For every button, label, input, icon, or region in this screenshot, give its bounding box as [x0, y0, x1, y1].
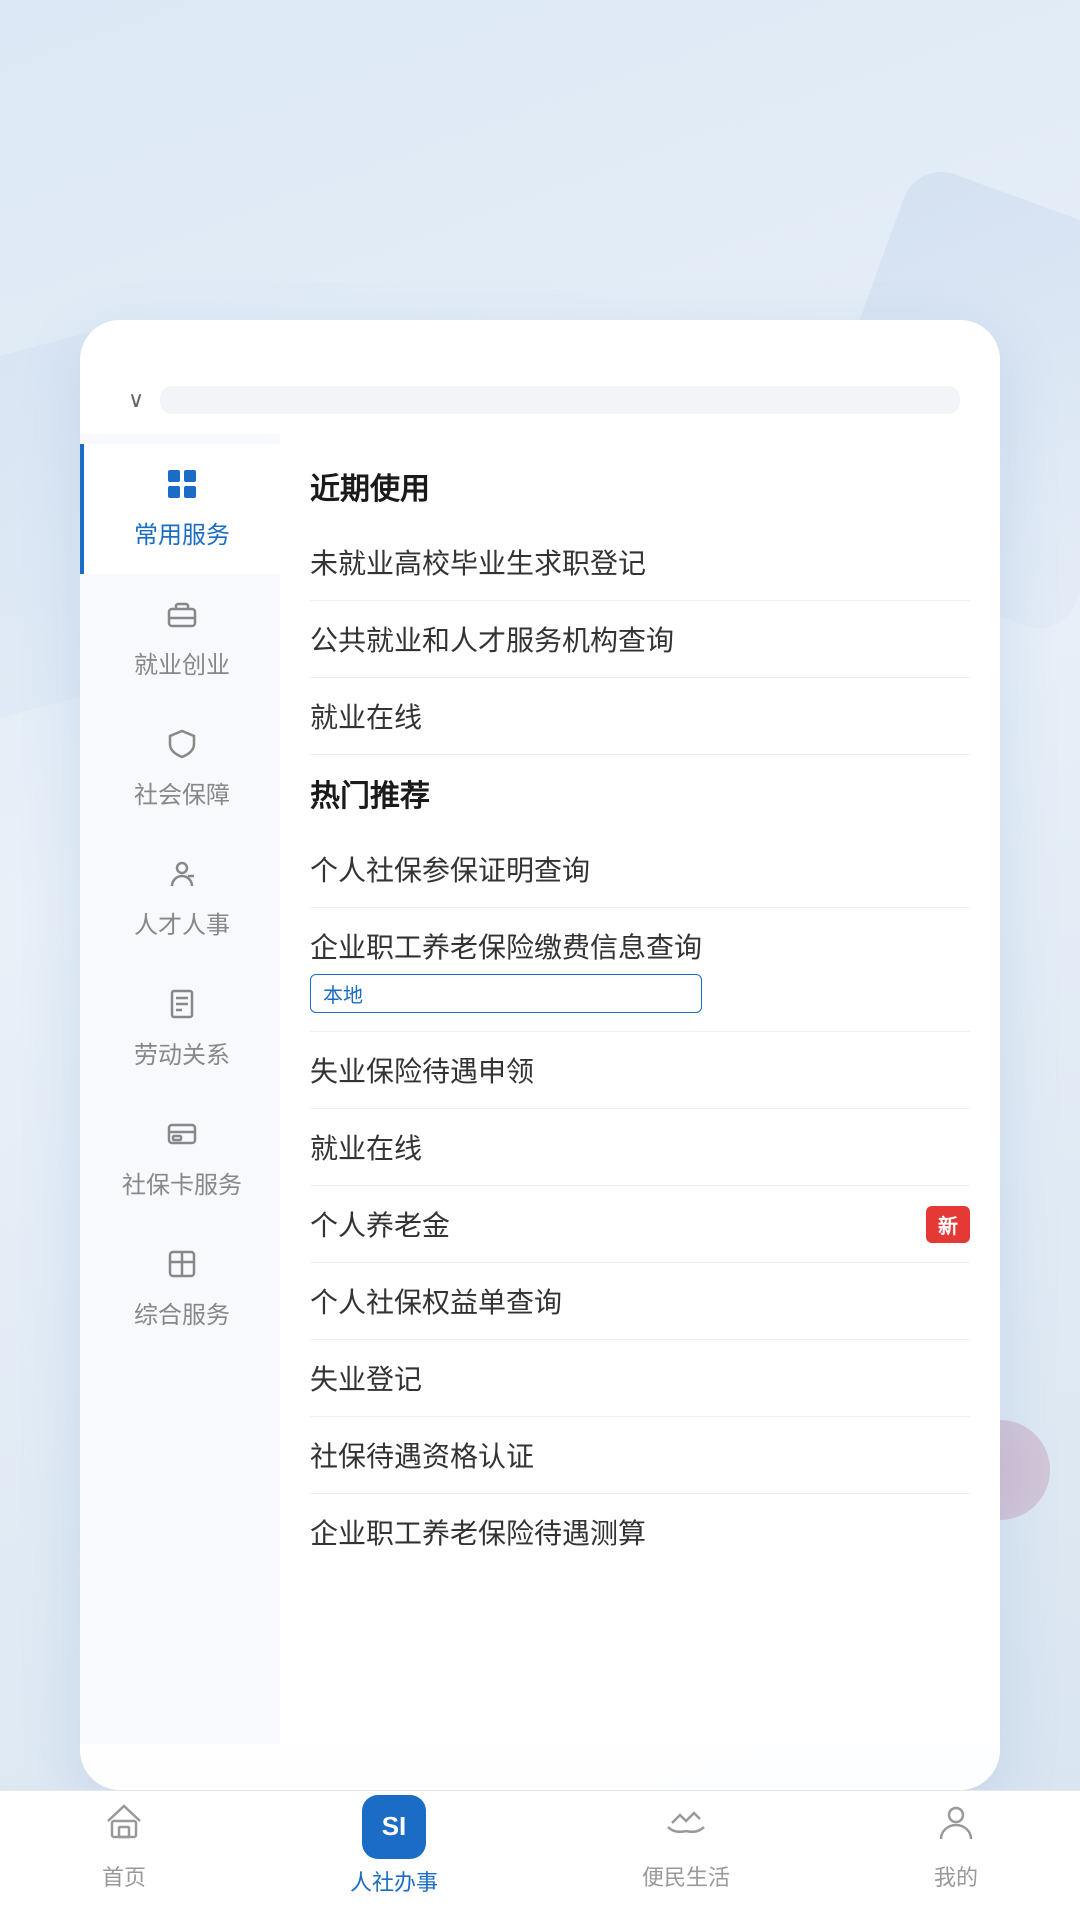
- list-item-text: 个人养老金: [310, 1204, 450, 1244]
- list-item-text: 就业在线: [310, 1127, 422, 1167]
- document-icon: [166, 988, 198, 1027]
- list-item-text: 失业保险待遇申领: [310, 1050, 534, 1090]
- list-item[interactable]: 就业在线: [310, 678, 970, 755]
- person-icon: [166, 858, 198, 897]
- search-bar: ∨: [80, 376, 1000, 434]
- search-input-wrapper[interactable]: [160, 386, 960, 414]
- sidebar-item-label: 劳动关系: [134, 1035, 230, 1070]
- recent-section-title: 近期使用: [310, 464, 970, 508]
- sidebar-item-label: 人才人事: [134, 905, 230, 940]
- sidebar-item-employment[interactable]: 就业创业: [80, 574, 280, 704]
- list-item[interactable]: 社保待遇资格认证: [310, 1417, 970, 1494]
- list-item-text: 个人社保参保证明查询: [310, 849, 590, 889]
- sidebar-item-common[interactable]: 常用服务: [80, 444, 280, 574]
- grid-icon: [166, 468, 198, 507]
- list-item[interactable]: 企业职工养老保险待遇测算: [310, 1494, 970, 1570]
- briefcase-icon: [166, 598, 198, 637]
- list-item-text: 企业职工养老保险缴费信息查询: [310, 926, 702, 966]
- nav-item-life[interactable]: 便民生活: [642, 1799, 730, 1892]
- right-content: 近期使用未就业高校毕业生求职登记公共就业和人才服务机构查询就业在线热门推荐个人社…: [280, 434, 1000, 1744]
- chevron-down-icon: ∨: [128, 387, 144, 413]
- list-item[interactable]: 个人社保参保证明查询: [310, 831, 970, 908]
- list-item[interactable]: 个人养老金 新: [310, 1186, 970, 1263]
- sidebar-item-card[interactable]: 社保卡服务: [80, 1094, 280, 1224]
- list-item-text: 就业在线: [310, 696, 422, 736]
- local-badge: 本地: [310, 974, 702, 1013]
- nav-label-affairs: 人社办事: [350, 1865, 438, 1897]
- list-item-text: 未就业高校毕业生求职登记: [310, 542, 646, 582]
- list-item[interactable]: 公共就业和人才服务机构查询: [310, 601, 970, 678]
- hot-section-title: 热门推荐: [310, 771, 970, 815]
- list-item[interactable]: 失业登记: [310, 1340, 970, 1417]
- header-section: [0, 0, 1080, 140]
- sidebar-item-label: 社保卡服务: [122, 1165, 242, 1200]
- sidebar-item-label: 常用服务: [134, 515, 230, 550]
- list-item[interactable]: 就业在线: [310, 1109, 970, 1186]
- sidebar-item-general[interactable]: 综合服务: [80, 1224, 280, 1354]
- nav-item-home[interactable]: 首页: [102, 1799, 146, 1892]
- sidebar-item-label: 社会保障: [134, 775, 230, 810]
- sidebar-item-labor[interactable]: 劳动关系: [80, 964, 280, 1094]
- sidebar-item-talent[interactable]: 人才人事: [80, 834, 280, 964]
- sidebar: 常用服务 就业创业 社会保障 人才人事 劳动关系: [80, 434, 280, 1744]
- sidebar-item-social[interactable]: 社会保障: [80, 704, 280, 834]
- user-icon: [934, 1799, 978, 1854]
- card-icon: [166, 1118, 198, 1157]
- box-icon: [166, 1248, 198, 1287]
- new-badge: 新: [926, 1206, 970, 1243]
- list-item-text: 社保待遇资格认证: [310, 1435, 534, 1475]
- home-icon: [102, 1799, 146, 1854]
- nav-item-affairs[interactable]: SI 人社办事: [350, 1795, 438, 1897]
- sidebar-item-label: 就业创业: [134, 645, 230, 680]
- nav-label-home: 首页: [102, 1860, 146, 1892]
- card-header: [80, 320, 1000, 376]
- list-item[interactable]: 失业保险待遇申领: [310, 1032, 970, 1109]
- main-card: ∨ 常用服务 就业创业 社会保障: [80, 320, 1000, 1790]
- list-item[interactable]: 未就业高校毕业生求职登记: [310, 524, 970, 601]
- content-area: 常用服务 就业创业 社会保障 人才人事 劳动关系: [80, 434, 1000, 1744]
- nav-label-mine: 我的: [934, 1860, 978, 1892]
- list-item[interactable]: 个人社保权益单查询: [310, 1263, 970, 1340]
- nav-label-life: 便民生活: [642, 1860, 730, 1892]
- shield-icon: [166, 728, 198, 767]
- affairs-badge: SI: [362, 1795, 426, 1859]
- list-item-text: 个人社保权益单查询: [310, 1281, 562, 1321]
- list-item-text: 企业职工养老保险待遇测算: [310, 1512, 646, 1552]
- handshake-icon: [664, 1799, 708, 1854]
- list-item-text: 失业登记: [310, 1358, 422, 1398]
- sidebar-item-label: 综合服务: [134, 1295, 230, 1330]
- bottom-nav: 首页 SI 人社办事 便民生活 我的: [0, 1790, 1080, 1920]
- list-item[interactable]: 企业职工养老保险缴费信息查询本地: [310, 908, 970, 1032]
- city-selector[interactable]: ∨: [120, 387, 144, 413]
- nav-item-mine[interactable]: 我的: [934, 1799, 978, 1892]
- list-item-text: 公共就业和人才服务机构查询: [310, 619, 674, 659]
